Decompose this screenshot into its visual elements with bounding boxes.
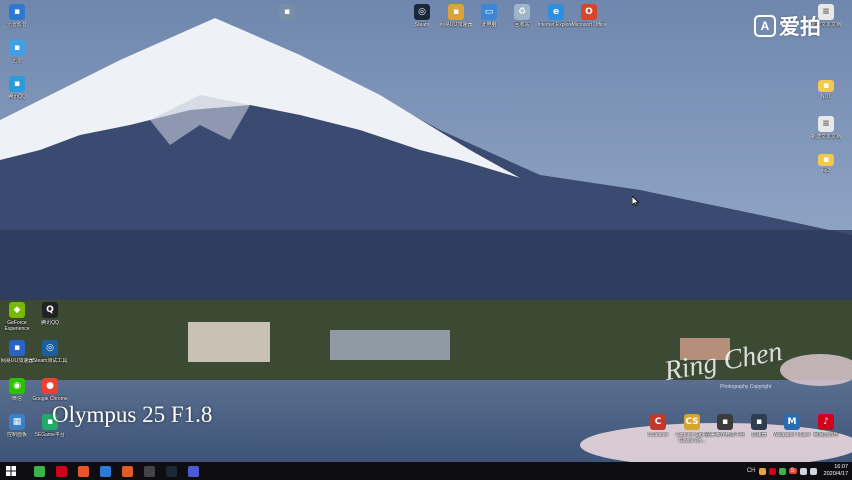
desktop-icon-label: 加速器 bbox=[751, 432, 767, 438]
app-icon: ▪ bbox=[9, 76, 25, 92]
desktop-icon-left3[interactable]: ▪ 腾讯QQ bbox=[0, 76, 39, 100]
tray-app-icon[interactable] bbox=[758, 467, 766, 475]
desktop-icon-label: 微信 bbox=[11, 396, 22, 402]
watermark-text: 爱拍 bbox=[779, 16, 821, 39]
app-icon: ▪ bbox=[751, 414, 767, 430]
desktop-icon-label: Microsoft Office bbox=[571, 22, 607, 28]
taskbar-app-button[interactable] bbox=[28, 462, 50, 480]
desktop-icon-label: 回收站 bbox=[514, 22, 530, 28]
steam-icon: ◎ bbox=[414, 4, 430, 20]
taskbar: CH S 16:07 2020/4/17 bbox=[0, 462, 852, 480]
desktop-icon-label: 腾讯QQ bbox=[8, 94, 26, 100]
taskbar-app-button[interactable] bbox=[50, 462, 72, 480]
desktop-icon-label: 迅雷影音 bbox=[6, 22, 27, 28]
desktop-icon-chrome[interactable]: ● Google Chrome bbox=[28, 378, 72, 402]
folder-icon: ▪ bbox=[818, 154, 834, 166]
desktop-icon-qq[interactable]: Q 腾讯QQ bbox=[28, 302, 72, 326]
aipai-logo-icon: A bbox=[754, 15, 776, 37]
taskbar-app-button[interactable] bbox=[72, 462, 94, 480]
app-icon bbox=[99, 465, 111, 477]
desktop-icon-folder2[interactable]: ▪ no2 bbox=[804, 152, 848, 174]
app-icon: ▪ bbox=[9, 40, 25, 56]
taskbar-app-button[interactable] bbox=[182, 462, 204, 480]
desktop-icon-label: 5EGame平台 bbox=[35, 432, 65, 438]
start-button[interactable] bbox=[0, 462, 22, 480]
app-icon bbox=[77, 465, 89, 477]
ccleaner-icon: C bbox=[650, 414, 666, 430]
qq-icon: Q bbox=[42, 302, 58, 318]
control-panel-icon: ▦ bbox=[9, 414, 25, 430]
nvidia-icon: ◆ bbox=[9, 302, 25, 318]
photo-caption: Olympus 25 F1.8 bbox=[52, 402, 213, 427]
desktop-icon-label: 新建文本文档 bbox=[810, 134, 841, 140]
taskbar-apps bbox=[28, 462, 204, 480]
computer-icon: ▭ bbox=[481, 4, 497, 20]
app-icon: ▪ bbox=[717, 414, 733, 430]
desktop-icon-label: Steam bbox=[414, 22, 430, 28]
app-icon: ▪ bbox=[279, 4, 295, 20]
taskbar-app-button[interactable] bbox=[138, 462, 160, 480]
taskbar-app-button[interactable] bbox=[116, 462, 138, 480]
desktop-icon-steamlink[interactable]: ◎ Steam测试工具 bbox=[28, 340, 72, 364]
internet-explorer-icon: e bbox=[548, 4, 564, 20]
language-indicator[interactable]: CH bbox=[747, 468, 756, 474]
system-tray: CH S 16:07 2020/4/17 bbox=[747, 462, 848, 480]
windows-icon bbox=[6, 466, 16, 476]
mouse-cursor-icon bbox=[632, 196, 639, 206]
desktop-icon-label: no2 bbox=[821, 168, 831, 174]
taskbar-app-button[interactable] bbox=[160, 462, 182, 480]
csgo-icon: CS bbox=[684, 414, 700, 430]
app-icon: ▪ bbox=[9, 340, 25, 356]
office-icon: O bbox=[581, 4, 597, 20]
volume-icon[interactable] bbox=[809, 467, 817, 475]
360-icon bbox=[33, 465, 45, 477]
desktop-icon-left1[interactable]: ▪ 迅雷影音 bbox=[0, 4, 39, 28]
desktop-icon-label: NO1 bbox=[820, 94, 832, 100]
taskbar-app-button[interactable] bbox=[94, 462, 116, 480]
input-method-icon[interactable]: S bbox=[788, 468, 797, 474]
desktop-icon-file2[interactable]: ≡ 新建文本文档 bbox=[804, 116, 848, 140]
wechat-icon: ◉ bbox=[9, 378, 25, 394]
document-icon: ≡ bbox=[818, 116, 834, 132]
recorder-watermark: A 爱拍 bbox=[754, 11, 821, 41]
app-icon bbox=[121, 465, 133, 477]
tray-app-icon[interactable] bbox=[778, 467, 786, 475]
desktop-icon-office[interactable]: O Microsoft Office bbox=[567, 4, 611, 28]
netease-music-icon: ♪ bbox=[818, 414, 834, 430]
desktop-icon-folder1[interactable]: ▪ NO1 bbox=[804, 78, 848, 100]
desktop-icon-netease[interactable]: ♪ 网易云音乐 bbox=[804, 414, 848, 438]
steam-icon: ◎ bbox=[42, 340, 58, 356]
desktop-icon-label: CCleaner bbox=[647, 432, 669, 438]
clock-time: 16:07 bbox=[834, 464, 848, 470]
tray-app-icon[interactable] bbox=[768, 467, 776, 475]
desktop-icon-label: 网易云音乐 bbox=[813, 432, 839, 438]
recycle-bin-icon: ♻ bbox=[514, 4, 530, 20]
wallpaper-engine-icon: M bbox=[784, 414, 800, 430]
netease-music-icon bbox=[55, 465, 67, 477]
steam-icon bbox=[165, 465, 177, 477]
signature-subtitle: Photography Copyright bbox=[720, 384, 772, 390]
chrome-icon: ● bbox=[42, 378, 58, 394]
clock[interactable]: 16:07 2020/4/17 bbox=[824, 464, 848, 478]
desktop-icon-label: Steam测试工具 bbox=[32, 358, 68, 364]
desktop-icon-left2[interactable]: ▪ 迅雷 bbox=[0, 40, 39, 64]
app-icon: ▪ bbox=[448, 4, 464, 20]
desktop-icon-top1[interactable]: ▪ bbox=[265, 4, 309, 22]
desktop-wallpaper bbox=[0, 0, 852, 462]
clock-date: 2020/4/17 bbox=[823, 471, 848, 477]
app-icon: ▪ bbox=[9, 4, 25, 20]
app-icon bbox=[143, 465, 155, 477]
desktop-icon-label: 迅雷 bbox=[11, 58, 22, 64]
app-icon bbox=[187, 465, 199, 477]
network-icon[interactable] bbox=[799, 467, 807, 475]
desktop-icon-label: 控制面板 bbox=[6, 432, 27, 438]
folder-icon: ▪ bbox=[818, 80, 834, 92]
desktop-icon-label: 此电脑 bbox=[481, 22, 497, 28]
desktop-icon-label: 腾讯QQ bbox=[41, 320, 59, 326]
